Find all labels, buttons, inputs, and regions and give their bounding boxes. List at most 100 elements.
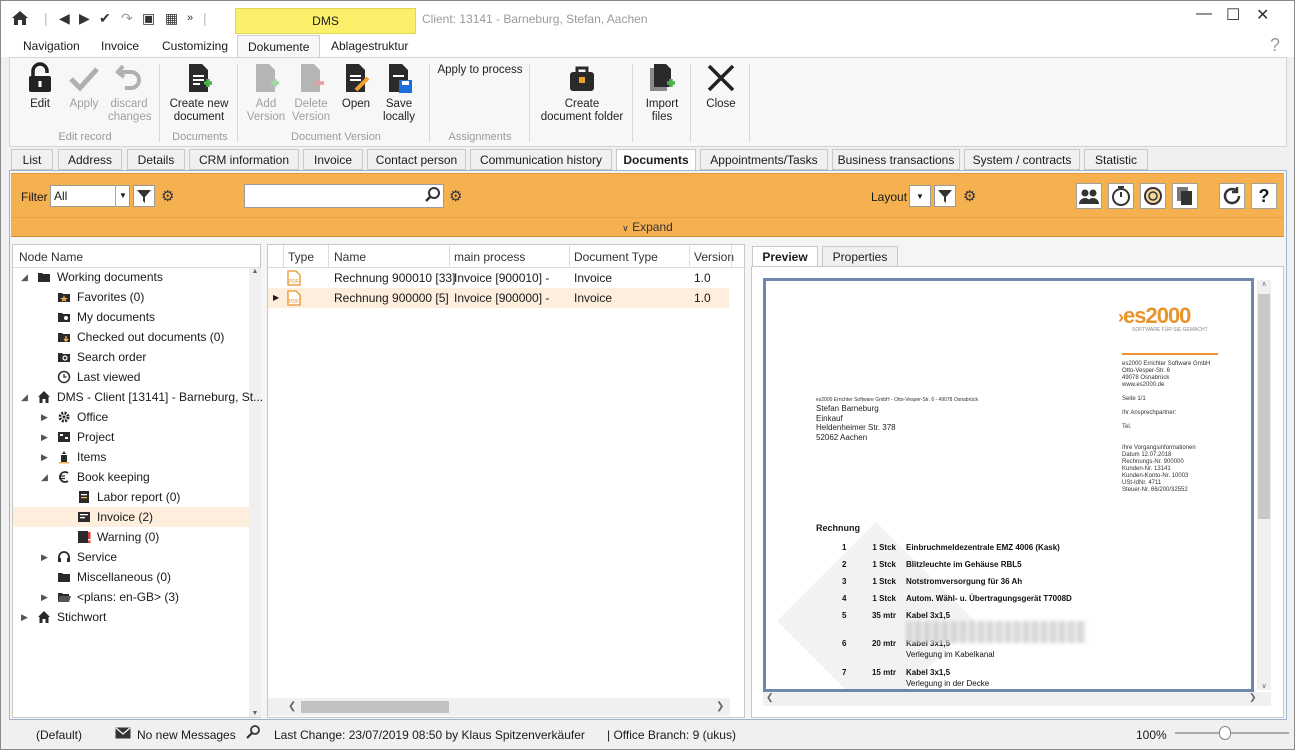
- home-icon[interactable]: [11, 10, 29, 29]
- back-icon[interactable]: ◀: [59, 10, 70, 27]
- tab-customizing[interactable]: Customizing: [162, 39, 228, 53]
- preview-hscrollbar[interactable]: ❮ ❯: [763, 692, 1271, 706]
- maximize-icon[interactable]: ☐: [1226, 5, 1240, 25]
- tree-node[interactable]: Last viewed: [13, 367, 249, 387]
- col-version[interactable]: Version: [694, 250, 734, 264]
- tab-invoice[interactable]: Invoice: [101, 39, 139, 53]
- col-type[interactable]: Type: [288, 250, 314, 264]
- stamp-icon[interactable]: [1140, 183, 1166, 209]
- scroll-down-icon[interactable]: ∨: [1257, 682, 1271, 690]
- layout-funnel-icon[interactable]: [934, 185, 956, 207]
- scroll-thumb[interactable]: [301, 701, 449, 713]
- document-preview[interactable]: ›es2000 SOFTWARE FÜR SIE GEMACHT es2000 …: [763, 278, 1254, 692]
- more-icon[interactable]: »: [187, 12, 193, 24]
- scroll-left-icon[interactable]: ❮: [288, 701, 296, 712]
- tree-node[interactable]: Checked out documents (0): [13, 327, 249, 347]
- close-button[interactable]: Close: [702, 62, 740, 111]
- tab-system-contracts[interactable]: System / contracts: [964, 149, 1080, 170]
- tree-node[interactable]: ▶ Stichwort: [13, 607, 249, 627]
- calendar-icon[interactable]: ▦: [165, 10, 178, 27]
- preview-scrollbar[interactable]: ∧ ∨: [1257, 280, 1271, 690]
- tree-node[interactable]: Invoice (2): [13, 507, 249, 527]
- gear-icon[interactable]: ⚙: [161, 187, 174, 205]
- zoom-slider-handle[interactable]: [1219, 726, 1231, 740]
- tab-business-transactions[interactable]: Business transactions: [832, 149, 960, 170]
- edit-button[interactable]: Edit: [24, 62, 56, 111]
- tree-node[interactable]: Favorites (0): [13, 287, 249, 307]
- tab-appointments-tasks[interactable]: Appointments/Tasks: [700, 149, 828, 170]
- tree-node[interactable]: ▶ <plans: en-GB> (3): [13, 587, 249, 607]
- expanded-triangle-icon[interactable]: ◢: [41, 467, 48, 487]
- envelope-icon[interactable]: [115, 724, 131, 746]
- tab-navigation[interactable]: Navigation: [23, 39, 80, 53]
- layout-chevron-down-icon[interactable]: ▼: [909, 185, 931, 207]
- tree-scrollbar[interactable]: ▲ ▼: [249, 268, 261, 717]
- collapsed-triangle-icon[interactable]: ▶: [41, 547, 48, 567]
- search-settings-gear-icon[interactable]: ⚙: [449, 187, 462, 205]
- help-button-icon[interactable]: ?: [1251, 183, 1277, 209]
- import-files-button[interactable]: Import files: [642, 62, 682, 124]
- save-locally-button[interactable]: Save locally: [380, 62, 418, 124]
- discard-changes-button[interactable]: discard changes: [108, 62, 151, 124]
- users-icon[interactable]: [1076, 183, 1102, 209]
- delete-version-button[interactable]: Delete Version: [290, 62, 332, 124]
- funnel-icon[interactable]: [133, 185, 155, 207]
- apply-button[interactable]: Apply: [66, 62, 102, 111]
- scroll-up-icon[interactable]: ∧: [1257, 280, 1271, 288]
- tree-node[interactable]: My documents: [13, 307, 249, 327]
- tab-ablagestruktur[interactable]: Ablagestruktur: [331, 39, 408, 53]
- scroll-right-icon[interactable]: ❯: [1249, 692, 1257, 703]
- col-main-process[interactable]: main process: [454, 250, 525, 264]
- expanded-triangle-icon[interactable]: ◢: [21, 267, 28, 287]
- forward-icon[interactable]: ▶: [79, 10, 90, 27]
- tree-node[interactable]: ◢ Book keeping: [13, 467, 249, 487]
- scroll-right-icon[interactable]: ❯: [716, 701, 724, 712]
- search-input[interactable]: [244, 184, 444, 208]
- close-window-icon[interactable]: ✕: [1256, 5, 1269, 25]
- tree-node[interactable]: Miscellaneous (0): [13, 567, 249, 587]
- grid-hscrollbar[interactable]: ❮ ❯: [268, 698, 730, 716]
- table-row[interactable]: PDF Rechnung 900010 [33] Invoice [900010] …: [268, 268, 729, 288]
- magnifier-icon[interactable]: [245, 724, 261, 747]
- collapsed-triangle-icon[interactable]: ▶: [21, 607, 28, 627]
- create-document-folder-button[interactable]: Create document folder: [537, 62, 627, 124]
- collapsed-triangle-icon[interactable]: ▶: [41, 427, 48, 447]
- tree-node[interactable]: ▶ Project: [13, 427, 249, 447]
- col-document-type[interactable]: Document Type: [574, 250, 658, 264]
- tree-node[interactable]: Labor report (0): [13, 487, 249, 507]
- layout-gear-icon[interactable]: ⚙: [963, 187, 976, 205]
- apply-to-process-button[interactable]: Apply to process: [436, 64, 524, 77]
- documents-stack-icon[interactable]: [1172, 183, 1198, 209]
- open-button[interactable]: Open: [338, 62, 374, 111]
- collapsed-triangle-icon[interactable]: ▶: [41, 587, 48, 607]
- tree-node[interactable]: Warning (0): [13, 527, 249, 547]
- tab-properties[interactable]: Properties: [822, 246, 898, 267]
- tree-node[interactable]: ◢ DMS - Client [13141] - Barneburg, St...: [13, 387, 263, 407]
- tab-contact-person[interactable]: Contact person: [367, 149, 466, 170]
- tab-preview[interactable]: Preview: [752, 246, 818, 268]
- tab-dokumente[interactable]: Dokumente: [237, 35, 321, 58]
- tab-crm-information[interactable]: CRM information: [189, 149, 299, 170]
- create-new-document-button[interactable]: Create new document: [168, 62, 230, 124]
- tree-node[interactable]: ◢ Working documents: [13, 267, 249, 287]
- messages-icon[interactable]: ▣: [142, 10, 155, 27]
- chevron-down-icon[interactable]: ▼: [115, 185, 130, 207]
- tab-documents[interactable]: Documents: [616, 149, 696, 172]
- tab-address[interactable]: Address: [58, 149, 122, 170]
- tab-list[interactable]: List: [11, 149, 53, 170]
- checkmark-icon[interactable]: ✔: [99, 10, 111, 27]
- expanded-triangle-icon[interactable]: ◢: [21, 387, 28, 407]
- collapsed-triangle-icon[interactable]: ▶: [41, 447, 48, 467]
- tab-invoice[interactable]: Invoice: [303, 149, 363, 170]
- tree-node[interactable]: ▶ Service: [13, 547, 249, 567]
- help-icon[interactable]: ?: [1270, 35, 1280, 56]
- tab-communication-history[interactable]: Communication history: [470, 149, 612, 170]
- table-row[interactable]: ▶ PDF Rechnung 900000 [5] Invoice [900000] …: [268, 288, 729, 308]
- tree-node[interactable]: ▶ Office: [13, 407, 249, 427]
- messages-status[interactable]: No new Messages: [137, 724, 236, 746]
- undo-icon[interactable]: ↷: [121, 10, 133, 27]
- scroll-thumb[interactable]: [1258, 294, 1270, 519]
- add-version-button[interactable]: Add Version: [246, 62, 286, 124]
- tree-node[interactable]: Search order: [13, 347, 249, 367]
- refresh-icon[interactable]: [1219, 183, 1245, 209]
